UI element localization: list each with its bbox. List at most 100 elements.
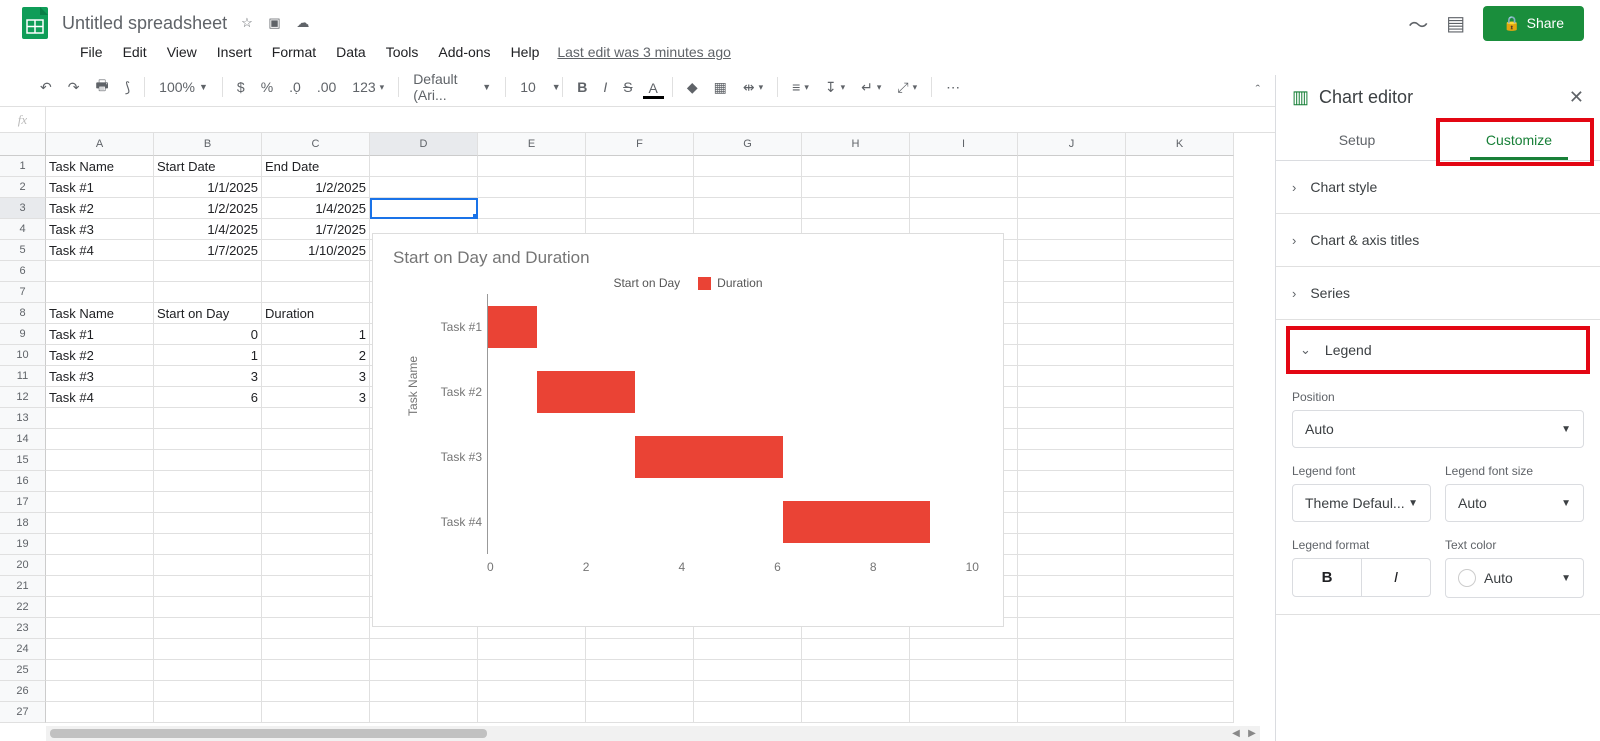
print-icon[interactable]: 🖶	[89, 71, 114, 103]
row-header-10[interactable]: 10	[0, 345, 46, 366]
wrap-icon[interactable]: ↵▾	[855, 75, 887, 100]
cell-C7[interactable]	[262, 282, 370, 303]
cell-B2[interactable]: 1/1/2025	[154, 177, 262, 198]
cell-I3[interactable]	[910, 198, 1018, 219]
cell-B8[interactable]: Start on Day	[154, 303, 262, 324]
collapse-toolbar-icon[interactable]: ˆ	[1256, 82, 1260, 97]
rotate-icon[interactable]: ⤢▾	[891, 75, 923, 100]
legend-font-select[interactable]: Theme Defaul...▼	[1292, 484, 1431, 522]
row-header-7[interactable]: 7	[0, 282, 46, 303]
cell-A5[interactable]: Task #4	[46, 240, 154, 261]
move-icon[interactable]: ▣	[268, 15, 280, 30]
cell-A25[interactable]	[46, 660, 154, 681]
row-header-1[interactable]: 1	[0, 156, 46, 177]
cell-C23[interactable]	[262, 618, 370, 639]
cell-B16[interactable]	[154, 471, 262, 492]
tab-customize[interactable]: Customize	[1438, 120, 1600, 160]
cell-K3[interactable]	[1126, 198, 1234, 219]
cell-K8[interactable]	[1126, 303, 1234, 324]
cell-G25[interactable]	[694, 660, 802, 681]
redo-icon[interactable]: ↷	[62, 75, 86, 100]
cell-G2[interactable]	[694, 177, 802, 198]
fill-color-icon[interactable]: ◆	[681, 75, 704, 100]
cell-F25[interactable]	[586, 660, 694, 681]
cell-J2[interactable]	[1018, 177, 1126, 198]
col-header-D[interactable]: D	[370, 133, 478, 156]
cell-J27[interactable]	[1018, 702, 1126, 723]
section-series[interactable]: ›Series	[1276, 267, 1600, 319]
cell-E1[interactable]	[478, 156, 586, 177]
cell-A1[interactable]: Task Name	[46, 156, 154, 177]
legend-size-select[interactable]: Auto▼	[1445, 484, 1584, 522]
legend-italic-button[interactable]: I	[1362, 559, 1430, 596]
cell-E2[interactable]	[478, 177, 586, 198]
cell-G1[interactable]	[694, 156, 802, 177]
cell-H27[interactable]	[802, 702, 910, 723]
row-header-26[interactable]: 26	[0, 681, 46, 702]
activity-icon[interactable]: 〜	[1408, 9, 1428, 38]
doc-title[interactable]: Untitled spreadsheet	[62, 13, 227, 34]
cell-E25[interactable]	[478, 660, 586, 681]
borders-icon[interactable]: ▦	[708, 75, 733, 100]
cell-C19[interactable]	[262, 534, 370, 555]
cell-A27[interactable]	[46, 702, 154, 723]
row-header-22[interactable]: 22	[0, 597, 46, 618]
legend-bold-button[interactable]: B	[1293, 559, 1362, 596]
cell-I2[interactable]	[910, 177, 1018, 198]
cell-E24[interactable]	[478, 639, 586, 660]
cell-B19[interactable]	[154, 534, 262, 555]
more-icon[interactable]: ⋯	[940, 75, 966, 100]
cell-B23[interactable]	[154, 618, 262, 639]
cell-C9[interactable]: 1	[262, 324, 370, 345]
menu-view[interactable]: View	[159, 40, 205, 64]
cell-J24[interactable]	[1018, 639, 1126, 660]
cell-J12[interactable]	[1018, 387, 1126, 408]
cell-B6[interactable]	[154, 261, 262, 282]
cell-B13[interactable]	[154, 408, 262, 429]
cell-K7[interactable]	[1126, 282, 1234, 303]
cell-B21[interactable]	[154, 576, 262, 597]
cell-C20[interactable]	[262, 555, 370, 576]
cell-C11[interactable]: 3	[262, 366, 370, 387]
cell-D3[interactable]	[370, 198, 478, 219]
cell-K26[interactable]	[1126, 681, 1234, 702]
cell-D2[interactable]	[370, 177, 478, 198]
tab-setup[interactable]: Setup	[1276, 120, 1438, 160]
cell-F3[interactable]	[586, 198, 694, 219]
cell-A12[interactable]: Task #4	[46, 387, 154, 408]
cell-B15[interactable]	[154, 450, 262, 471]
col-header-A[interactable]: A	[46, 133, 154, 156]
cell-C16[interactable]	[262, 471, 370, 492]
cell-A20[interactable]	[46, 555, 154, 576]
cell-D27[interactable]	[370, 702, 478, 723]
cell-C13[interactable]	[262, 408, 370, 429]
cell-K17[interactable]	[1126, 492, 1234, 513]
cell-D25[interactable]	[370, 660, 478, 681]
cell-A19[interactable]	[46, 534, 154, 555]
cell-H24[interactable]	[802, 639, 910, 660]
row-header-6[interactable]: 6	[0, 261, 46, 282]
row-header-5[interactable]: 5	[0, 240, 46, 261]
menu-format[interactable]: Format	[264, 40, 324, 64]
cell-F1[interactable]	[586, 156, 694, 177]
cell-A10[interactable]: Task #2	[46, 345, 154, 366]
cell-K27[interactable]	[1126, 702, 1234, 723]
cell-K22[interactable]	[1126, 597, 1234, 618]
row-header-17[interactable]: 17	[0, 492, 46, 513]
row-header-8[interactable]: 8	[0, 303, 46, 324]
chart-object[interactable]: Start on Day and Duration Start on Day D…	[372, 233, 1004, 627]
cell-C4[interactable]: 1/7/2025	[262, 219, 370, 240]
cell-C5[interactable]: 1/10/2025	[262, 240, 370, 261]
row-header-9[interactable]: 9	[0, 324, 46, 345]
cell-C17[interactable]	[262, 492, 370, 513]
scroll-left-icon[interactable]: ◀	[1228, 728, 1244, 739]
cell-J13[interactable]	[1018, 408, 1126, 429]
col-header-J[interactable]: J	[1018, 133, 1126, 156]
cell-F26[interactable]	[586, 681, 694, 702]
col-header-F[interactable]: F	[586, 133, 694, 156]
cell-C21[interactable]	[262, 576, 370, 597]
row-header-16[interactable]: 16	[0, 471, 46, 492]
cell-A15[interactable]	[46, 450, 154, 471]
cell-K13[interactable]	[1126, 408, 1234, 429]
cell-I1[interactable]	[910, 156, 1018, 177]
